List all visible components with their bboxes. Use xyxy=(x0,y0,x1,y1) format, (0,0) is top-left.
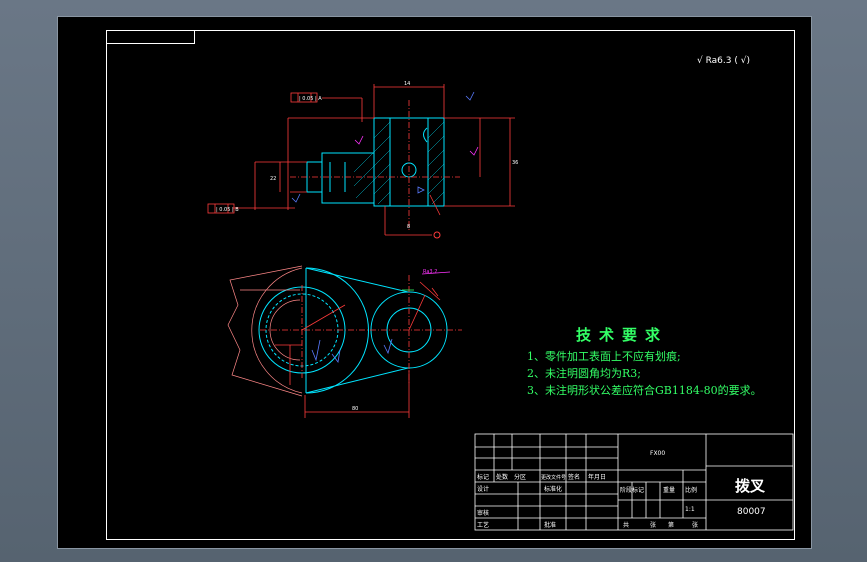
tb-craft: 工艺 xyxy=(477,521,489,529)
tb-sheet: 张 xyxy=(650,521,656,529)
gdt-left-text: | 0.05 | B xyxy=(216,207,239,213)
fork-outer-arc xyxy=(305,267,369,394)
gdt-frames xyxy=(207,92,318,214)
tb-count: 处数 xyxy=(496,473,508,481)
tech-requirement-2: 2、未注明圆角均为R3; xyxy=(527,367,641,380)
tb-stage-mark: 阶段标记 xyxy=(620,486,644,494)
part-name: 拨叉 xyxy=(735,477,766,495)
tb-shared: 共 xyxy=(623,521,629,529)
tb-approve: 批准 xyxy=(544,521,556,529)
arm-bottom-edge xyxy=(305,367,409,394)
tb-scale: 1:1 xyxy=(685,506,695,513)
tb-date: 年月日 xyxy=(588,473,606,481)
tb-change-doc: 更改文件号 xyxy=(541,474,566,481)
tb-designer: 设计 xyxy=(477,485,489,493)
dim-center-distance: 80 xyxy=(352,406,358,412)
tb-checker: 审核 xyxy=(477,509,489,517)
firm-label: FX00 xyxy=(650,450,666,457)
tech-requirements-title: 技术要求 xyxy=(576,326,669,344)
tb-scale-label: 比例 xyxy=(685,486,697,494)
datum-circle xyxy=(433,231,441,239)
title-block-labels: 标记 处数 分区 更改文件号 签名 年月日 设计 标准化 阶段标记 重量 比例 … xyxy=(477,473,698,529)
surface-mark-text: Ra3.2 xyxy=(423,269,437,275)
dim-height-left: 22 xyxy=(270,176,276,182)
drawing-number: 80007 xyxy=(737,507,766,517)
top-view xyxy=(251,267,448,394)
tb-standardize: 标准化 xyxy=(544,485,562,493)
tb-page2: 张 xyxy=(692,521,698,529)
tb-signature: 签名 xyxy=(568,473,580,481)
roughness-markers xyxy=(291,91,479,203)
gdt-top-text: | 0.05 | A xyxy=(299,96,322,102)
tb-zone: 分区 xyxy=(514,473,526,481)
tech-requirement-1: 1、零件加工表面上不应有划痕; xyxy=(527,350,681,363)
tb-mark: 标记 xyxy=(477,473,489,481)
tech-requirement-3: 3、未注明形状公差应符合GB1184-80的要求。 xyxy=(527,384,762,397)
dim-top-width: 14 xyxy=(404,81,410,87)
arm-top-edge xyxy=(305,267,409,293)
front-hatching xyxy=(353,121,445,205)
tb-weight: 重量 xyxy=(663,486,675,494)
tb-page: 第 xyxy=(668,521,674,529)
dim-bottom-offset: 8 xyxy=(407,224,410,230)
dim-height-right: 36 xyxy=(512,160,518,166)
top-view-markers: Ra3.2 xyxy=(311,269,451,363)
fork-break-lines xyxy=(227,265,303,397)
roughness-note: √ Ra6.3 ( √) xyxy=(697,56,750,66)
